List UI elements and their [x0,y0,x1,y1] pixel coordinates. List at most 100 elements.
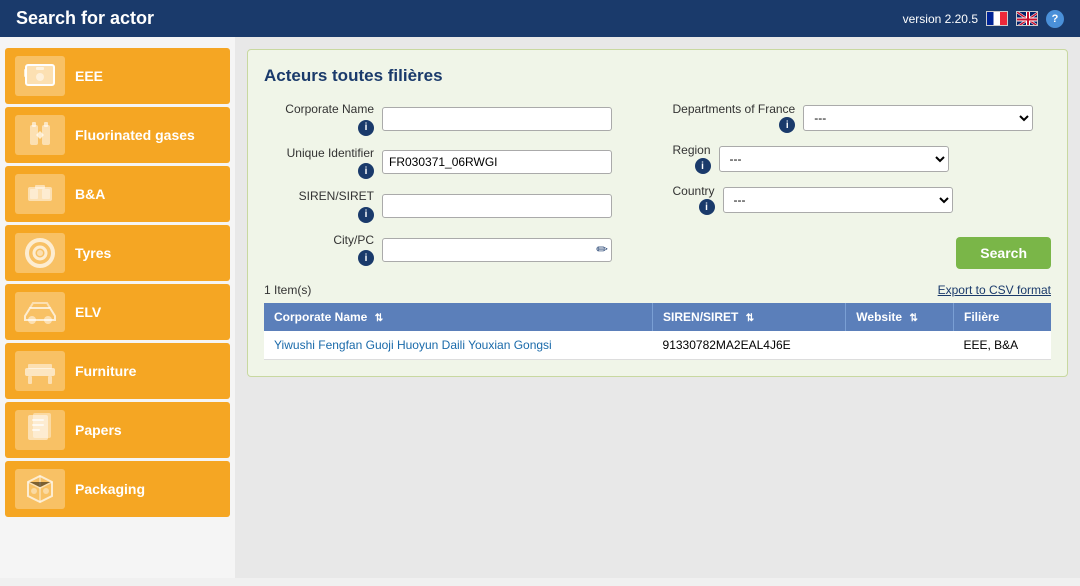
region-label: Region [673,143,711,157]
country-label-block: Country i [673,184,715,215]
city-pc-row: City/PC i ✏ [264,233,643,267]
region-select[interactable]: --- [719,146,949,172]
sidebar-item-bna[interactable]: B&A [5,166,230,222]
siren-siret-label-block: SIREN/SIRET i [264,189,374,223]
city-pc-edit-icon[interactable]: ✏ [596,241,608,258]
sidebar-item-furniture-label: Furniture [75,363,136,379]
sidebar-item-packaging-label: Packaging [75,481,145,497]
sidebar-item-tyres[interactable]: Tyres [5,225,230,281]
siren-siret-row: SIREN/SIRET i [264,189,643,223]
city-pc-label: City/PC [264,233,374,249]
flag-fr-icon[interactable] [986,11,1008,26]
city-pc-input-wrapper: ✏ [382,238,612,262]
help-icon[interactable]: ? [1046,10,1064,28]
unique-identifier-input[interactable] [382,150,612,174]
flag-uk-icon[interactable] [1016,11,1038,26]
sidebar-item-fluorinated-gases[interactable]: Fluorinated gases [5,107,230,163]
table-row: Yiwushi Fengfan Guoji Huoyun Daili Youxi… [264,331,1051,360]
tyres-icon [15,233,65,273]
panel-title: Acteurs toutes filières [264,66,1051,86]
col-corporate-name[interactable]: Corporate Name ⇅ [264,303,653,331]
cell-filiere: EEE, B&A [953,331,1051,360]
page-title: Search for actor [16,8,154,29]
siren-siret-label: SIREN/SIRET [264,189,374,205]
search-button[interactable]: Search [956,237,1051,269]
sidebar-item-fluorinated-gases-label: Fluorinated gases [75,127,195,143]
region-info-icon[interactable]: i [695,158,711,174]
sidebar-item-papers-label: Papers [75,422,122,438]
bna-icon [15,174,65,214]
unique-identifier-info-icon[interactable]: i [358,163,374,179]
search-btn-row: Search [673,237,1052,269]
table-body: Yiwushi Fengfan Guoji Huoyun Daili Youxi… [264,331,1051,360]
col-website-label: Website [856,310,902,324]
country-select[interactable]: --- [723,187,953,213]
sidebar-item-papers[interactable]: Papers [5,402,230,458]
country-label: Country [673,184,715,198]
results-table: Corporate Name ⇅ SIREN/SIRET ⇅ Website ⇅ [264,303,1051,360]
region-row: Region i --- [673,143,1052,174]
export-csv-link[interactable]: Export to CSV format [938,283,1051,297]
cell-website [846,331,954,360]
sidebar: EEE Fluorinated gases [0,37,235,578]
col-siren-siret-sort-icon[interactable]: ⇅ [746,313,754,324]
col-siren-siret-label: SIREN/SIRET [663,310,738,324]
eee-icon [15,56,65,96]
col-filiere-label: Filière [964,310,999,324]
siren-siret-info-icon[interactable]: i [358,207,374,223]
siren-siret-input[interactable] [382,194,612,218]
results-count: 1 Item(s) [264,283,311,297]
corporate-name-input[interactable] [382,107,612,131]
fluorinated-gases-icon [15,115,65,155]
sidebar-item-eee[interactable]: EEE [5,48,230,104]
departments-row: Departments of France i --- [673,102,1052,133]
unique-identifier-label: Unique Identifier [264,146,374,162]
results-bar: 1 Item(s) Export to CSV format [264,283,1051,297]
cell-siren-siret: 91330782MA2EAL4J6E [653,331,846,360]
corporate-name-link[interactable]: Yiwushi Fengfan Guoji Huoyun Daili Youxi… [274,338,552,352]
elv-icon [15,292,65,332]
content-area: Acteurs toutes filières Corporate Name i [235,37,1080,578]
departments-label-block: Departments of France i [673,102,796,133]
corporate-name-label-block: Corporate Name i [264,102,374,136]
col-corporate-name-label: Corporate Name [274,310,367,324]
furniture-icon [15,351,65,391]
table-header: Corporate Name ⇅ SIREN/SIRET ⇅ Website ⇅ [264,303,1051,331]
sidebar-item-elv[interactable]: ELV [5,284,230,340]
country-row: Country i --- [673,184,1052,215]
city-pc-input[interactable] [382,238,612,262]
header-bar: Search for actor version 2.20.5 ? [0,0,1080,37]
table-header-row: Corporate Name ⇅ SIREN/SIRET ⇅ Website ⇅ [264,303,1051,331]
packaging-icon [15,469,65,509]
corporate-name-row: Corporate Name i [264,102,643,136]
city-pc-info-icon[interactable]: i [358,250,374,266]
departments-info-icon[interactable]: i [779,117,795,133]
papers-icon [15,410,65,450]
col-filiere[interactable]: Filière [953,303,1051,331]
corporate-name-label: Corporate Name [264,102,374,118]
col-corporate-name-sort-icon[interactable]: ⇅ [375,313,383,324]
region-label-block: Region i [673,143,711,174]
sidebar-item-bna-label: B&A [75,186,105,202]
col-siren-siret[interactable]: SIREN/SIRET ⇅ [653,303,846,331]
country-info-icon[interactable]: i [699,199,715,215]
sidebar-item-eee-label: EEE [75,68,103,84]
main-layout: EEE Fluorinated gases [0,37,1080,578]
city-pc-label-block: City/PC i [264,233,374,267]
version-text: version 2.20.5 [903,12,978,26]
corporate-name-info-icon[interactable]: i [358,120,374,136]
col-website-sort-icon[interactable]: ⇅ [909,313,917,324]
form-right: Departments of France i --- Region i [673,102,1052,269]
sidebar-item-elv-label: ELV [75,304,101,320]
sidebar-item-packaging[interactable]: Packaging [5,461,230,517]
cell-corporate-name: Yiwushi Fengfan Guoji Huoyun Daili Youxi… [264,331,653,360]
search-panel: Acteurs toutes filières Corporate Name i [247,49,1068,377]
unique-identifier-row: Unique Identifier i [264,146,643,180]
form-left: Corporate Name i Unique Identifier i [264,102,643,269]
sidebar-item-tyres-label: Tyres [75,245,111,261]
departments-label: Departments of France [673,102,796,116]
header-right: version 2.20.5 ? [903,10,1064,28]
col-website[interactable]: Website ⇅ [846,303,954,331]
sidebar-item-furniture[interactable]: Furniture [5,343,230,399]
departments-select[interactable]: --- [803,105,1033,131]
